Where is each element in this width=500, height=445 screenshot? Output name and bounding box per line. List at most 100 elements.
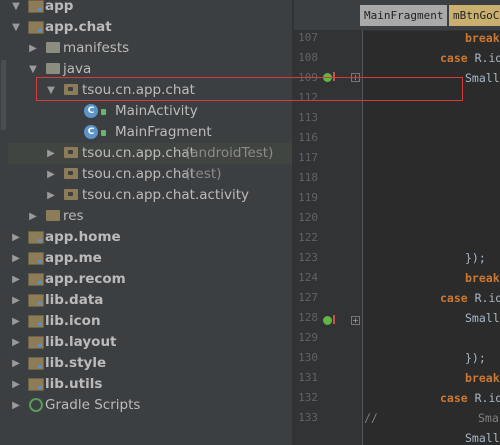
tree-item-main-fragment[interactable]: C MainFragment [8,122,292,143]
folder-icon [46,63,60,74]
tree-item-label: app.me [45,250,102,266]
code-token: Small [478,411,500,425]
line-number: 116 [298,131,318,144]
tree-item-lib-style[interactable]: ▶ lib.style [8,353,292,374]
module-folder-icon [28,378,44,391]
collapse-arrow-icon[interactable]: ▼ [10,17,22,38]
code-token: Small. [465,311,500,325]
tree-item-label: app [45,0,74,14]
override-marker-icon[interactable] [323,316,332,325]
tree-item-package-main[interactable]: ▼ tsou.cn.app.chat [8,80,292,101]
tab-mbtngocl[interactable]: mBtnGoCl [449,5,500,26]
line-number: 107 [298,31,318,44]
tree-item-manifests[interactable]: ▶ manifests [8,38,292,59]
fold-toggle-icon[interactable]: + [351,73,360,82]
tree-item-app[interactable]: ▼ app [8,0,292,17]
module-folder-icon [28,231,44,244]
tree-item-java[interactable]: ▼ java [8,59,292,80]
tree-item-label: MainActivity [115,103,198,119]
tree-item-label: app.home [45,229,121,245]
expand-arrow-icon[interactable]: ▶ [27,38,39,59]
line-number: 119 [298,191,318,204]
line-number: 113 [298,111,318,124]
resource-folder-icon [46,210,60,221]
folder-icon [46,42,60,53]
line-number: 128 [298,311,318,324]
fold-toggle-icon[interactable]: + [351,316,360,325]
tree-item-label: res [63,208,84,224]
tree-item-label: lib.icon [45,313,101,329]
expand-arrow-icon[interactable]: ▶ [10,374,22,395]
tree-item-suffix: (test) [185,166,222,182]
code-token: }); [465,251,486,265]
expand-arrow-icon[interactable]: ▶ [10,311,22,332]
expand-arrow-icon[interactable]: ▶ [10,353,22,374]
tree-item-main-activity[interactable]: C MainActivity [8,101,292,122]
expand-arrow-icon[interactable]: ▶ [10,248,22,269]
line-number: 108 [298,51,318,64]
package-icon [64,189,78,200]
expand-arrow-icon[interactable]: ▶ [10,227,22,248]
tree-item-label: lib.style [45,355,107,371]
tree-item-suffix: (androidTest) [185,145,274,161]
collapse-arrow-icon[interactable]: ▼ [27,59,39,80]
code-editor[interactable]: MainFragment mBtnGoCl 107 108 109 112 11… [294,0,500,445]
code-token: break [465,371,500,385]
tree-item-lib-data[interactable]: ▶ lib.data [8,290,292,311]
tree-item-package-activity[interactable]: ▶ tsou.cn.app.chat.activity [8,185,292,206]
tree-item-package-androidtest[interactable]: ▶ tsou.cn.app.chat (androidTest) [8,143,292,164]
expand-arrow-icon[interactable]: ▶ [27,206,39,227]
package-icon [64,147,78,158]
project-tool-tab[interactable] [1,60,6,130]
tree-item-app-home[interactable]: ▶ app.home [8,227,292,248]
tree-item-package-test[interactable]: ▶ tsou.cn.app.chat (test) [8,164,292,185]
override-marker-icon[interactable] [323,73,332,82]
collapse-arrow-icon[interactable]: ▼ [45,80,57,101]
expand-arrow-icon[interactable]: ▶ [10,290,22,311]
class-icon: C [84,125,98,139]
expand-arrow-icon[interactable]: ▶ [45,164,57,185]
implement-arrow-icon [333,315,335,324]
tab-main-fragment[interactable]: MainFragment [360,5,448,26]
line-number: 123 [298,251,318,264]
expand-arrow-icon[interactable]: ▼ [10,0,22,17]
tree-item-label: tsou.cn.app.chat.activity [82,187,250,203]
line-number: 132 [298,391,318,404]
tree-item-app-recom[interactable]: ▶ app.recom [8,269,292,290]
code-token: Small. [465,431,500,445]
expand-arrow-icon[interactable]: ▶ [45,143,57,164]
tree-item-app-me[interactable]: ▶ app.me [8,248,292,269]
tree-item-label: lib.data [45,292,104,308]
class-icon: C [84,104,98,118]
tree-item-lib-icon[interactable]: ▶ lib.icon [8,311,292,332]
gradle-icon [29,398,43,412]
line-number: 124 [298,271,318,284]
code-token: case [440,291,468,305]
tree-item-label: lib.layout [45,334,117,350]
module-folder-icon [28,336,44,349]
tree-item-gradle-scripts[interactable]: ▶ Gradle Scripts [8,395,292,416]
expand-arrow-icon[interactable]: ▶ [10,269,22,290]
line-number: 117 [298,151,318,164]
code-comment: // [364,411,378,425]
expand-arrow-icon[interactable]: ▶ [10,332,22,353]
code-line: case R.id. [440,388,500,408]
tree-item-label: tsou.cn.app.chat [82,166,195,182]
module-folder-icon [28,273,44,286]
expand-arrow-icon[interactable]: ▶ [45,185,57,206]
editor-tab-bar: MainFragment mBtnGoCl [294,0,500,31]
module-folder-icon [28,294,44,307]
tree-item-app-chat[interactable]: ▼ app.chat [8,17,292,38]
code-line: case R.id. [440,48,500,68]
module-folder-icon [28,0,44,13]
tree-item-res[interactable]: ▶ res [8,206,292,227]
project-tree-panel: ▼ app ▼ app.chat ▶ manifests ▼ java ▼ ts… [8,0,292,445]
tree-item-lib-utils[interactable]: ▶ lib.utils [8,374,292,395]
line-number: 109 [298,71,318,84]
lock-icon [101,130,106,136]
code-token: break [465,271,500,285]
line-number: 131 [298,371,318,384]
code-token: break [465,31,500,45]
tree-item-lib-layout[interactable]: ▶ lib.layout [8,332,292,353]
expand-arrow-icon[interactable]: ▶ [10,395,22,416]
